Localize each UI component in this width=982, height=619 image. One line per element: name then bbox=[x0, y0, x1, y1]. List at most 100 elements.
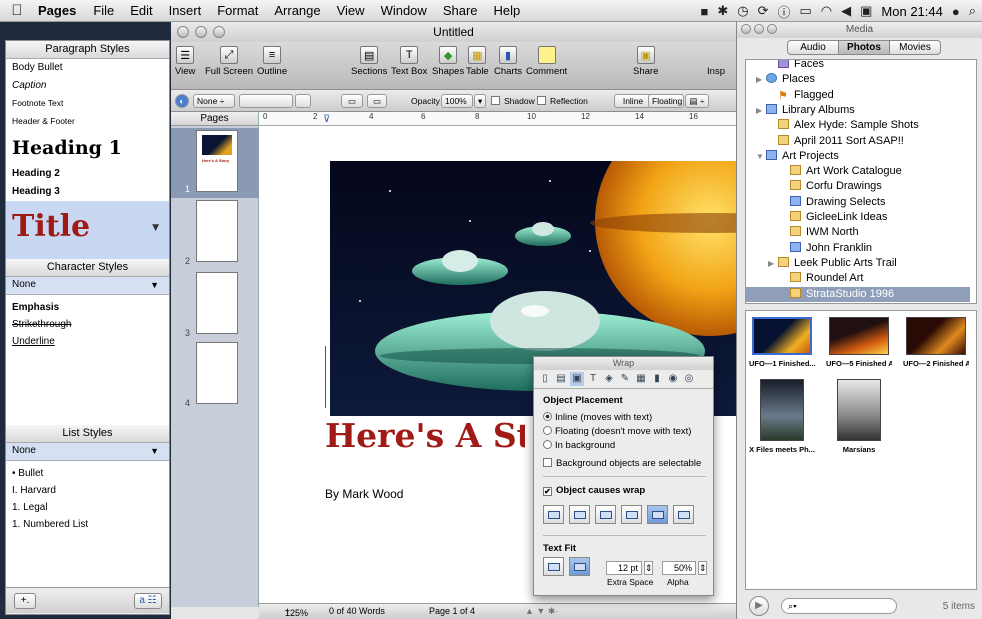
font-popup[interactable] bbox=[239, 94, 293, 108]
media-source-item[interactable]: ▼ Art Projects bbox=[746, 149, 970, 164]
add-style-button[interactable]: +. bbox=[14, 593, 36, 609]
extra-space-stepper[interactable]: ⇕ bbox=[644, 561, 653, 575]
spotlight-icon[interactable]: ⌕ bbox=[969, 3, 976, 19]
document-byline[interactable]: By Mark Wood bbox=[325, 487, 403, 501]
chart-inspector-icon[interactable]: ▮ bbox=[650, 372, 664, 386]
media-source-item[interactable]: StrataStudio 1996 bbox=[746, 286, 970, 302]
media-source-item[interactable]: Drawing Selects bbox=[746, 195, 970, 210]
indent-marker-icon[interactable]: ⊽ bbox=[323, 114, 330, 125]
pstyle-body-bullet[interactable]: Body Bullet bbox=[6, 59, 169, 77]
disclosure-triangle-icon[interactable]: ▼ bbox=[756, 149, 766, 164]
media-source-item[interactable]: Corfu Drawings bbox=[746, 179, 970, 194]
pstyle-heading-1[interactable]: Heading 1 bbox=[6, 131, 169, 165]
lstyle-numbered[interactable]: 1. Numbered List bbox=[6, 516, 169, 533]
pstyle-footnote-text[interactable]: Footnote Text bbox=[6, 95, 169, 113]
list-style-popup[interactable]: None ▼ bbox=[6, 443, 169, 461]
floating-button[interactable]: Floating bbox=[648, 94, 684, 108]
menu-arrange[interactable]: Arrange bbox=[266, 3, 328, 18]
media-source-item[interactable]: GicleeLink Ideas bbox=[746, 210, 970, 225]
pstyle-caption[interactable]: Caption bbox=[6, 77, 169, 95]
page-thumb-4[interactable]: 4 bbox=[171, 342, 259, 412]
line-style-button[interactable]: ▭ bbox=[341, 94, 363, 108]
menu-share[interactable]: Share bbox=[435, 3, 486, 18]
zoom-popup[interactable]: 125% ÷ bbox=[285, 606, 308, 618]
media-source-item[interactable]: April 2011 Sort ASAP!! bbox=[746, 134, 970, 149]
photo-tile[interactable]: UFO—5 Finished Art bbox=[826, 317, 892, 368]
menu-format[interactable]: Format bbox=[209, 3, 266, 18]
tab-audio[interactable]: Audio bbox=[787, 40, 839, 55]
minimize-window-button[interactable] bbox=[195, 26, 207, 38]
disclosure-triangle-icon[interactable]: ▶ bbox=[756, 103, 766, 118]
page-thumb-2[interactable]: 2 bbox=[171, 200, 259, 270]
cstyle-strikethrough[interactable]: Strikethrough bbox=[6, 316, 169, 333]
media-source-item[interactable]: Roundel Art bbox=[746, 271, 970, 286]
sync-icon[interactable]: ⟳ bbox=[758, 3, 769, 19]
pstyle-menu-arrow-icon[interactable]: ▼ bbox=[152, 223, 159, 233]
alpha-field[interactable]: 50% bbox=[662, 561, 696, 575]
bg-selectable-checkbox[interactable]: Background objects are selectable bbox=[543, 458, 701, 469]
quicktime-inspector-icon[interactable]: ◎ bbox=[682, 372, 696, 386]
menu-insert[interactable]: Insert bbox=[161, 3, 210, 18]
media-source-item[interactable]: ▶ Leek Public Arts Trail bbox=[746, 256, 970, 271]
causes-wrap-checkbox[interactable]: ✔ Object causes wrap bbox=[543, 485, 645, 496]
menu-app-name[interactable]: Pages bbox=[34, 3, 85, 18]
metrics-inspector-icon[interactable]: ✎ bbox=[618, 372, 632, 386]
text-fit-bounds-button[interactable] bbox=[569, 557, 590, 576]
photo-tile[interactable]: Marsians bbox=[826, 379, 892, 454]
media-source-item[interactable]: IWM North bbox=[746, 225, 970, 240]
media-source-item[interactable]: ▶ Library Albums bbox=[746, 103, 970, 118]
alpha-stepper[interactable]: ⇕ bbox=[698, 561, 707, 575]
wrap-left-button[interactable] bbox=[543, 505, 564, 524]
media-source-item[interactable]: ▶ Places bbox=[746, 72, 970, 87]
media-source-item[interactable]: John Franklin bbox=[746, 241, 970, 256]
share-button[interactable]: ▣ Share bbox=[633, 46, 658, 77]
floating-radio[interactable]: Floating (doesn't move with text) bbox=[543, 426, 691, 437]
input-menu-icon[interactable]: ▣ bbox=[860, 3, 872, 19]
pstyle-title[interactable]: Title ▼ bbox=[6, 201, 169, 259]
wrap-right-button[interactable] bbox=[595, 505, 616, 524]
wifi-icon[interactable]: ◠ bbox=[821, 3, 832, 19]
document-heading[interactable]: Here's A Story bbox=[325, 416, 525, 455]
menu-clock[interactable]: Mon 21:44 bbox=[881, 4, 942, 19]
menu-view[interactable]: View bbox=[329, 3, 373, 18]
outline-button[interactable]: ≡ Outline bbox=[257, 46, 287, 77]
opacity-field[interactable]: 100% bbox=[441, 94, 473, 108]
style-popup[interactable]: None ÷ bbox=[193, 94, 235, 108]
character-style-popup[interactable]: None ▼ bbox=[6, 277, 169, 295]
menu-window[interactable]: Window bbox=[373, 3, 435, 18]
opacity-stepper[interactable]: ▾ bbox=[474, 94, 486, 108]
apple-menu-icon[interactable]:  bbox=[0, 2, 34, 19]
zoom-window-button[interactable] bbox=[213, 26, 225, 38]
menu-file[interactable]: File bbox=[85, 3, 122, 18]
media-close-button[interactable] bbox=[741, 24, 751, 34]
wrap-inspector-icon[interactable]: ▣ bbox=[570, 372, 584, 386]
wrap-popup[interactable]: ▤ ÷ bbox=[685, 94, 709, 108]
media-search-field[interactable]: ⌕▾ bbox=[781, 598, 897, 614]
photo-tile[interactable]: UFO—2 Finished Art bbox=[903, 317, 969, 368]
pstyle-heading-2[interactable]: Heading 2 bbox=[6, 165, 169, 183]
fill-button[interactable]: ▭ bbox=[367, 94, 387, 108]
inline-button[interactable]: Inline bbox=[614, 94, 652, 108]
extra-space-field[interactable]: 12 pt bbox=[606, 561, 642, 575]
size-field[interactable] bbox=[295, 94, 311, 108]
disclosure-triangle-icon[interactable]: ▶ bbox=[768, 256, 778, 271]
tab-movies[interactable]: Movies bbox=[889, 40, 941, 55]
inline-radio[interactable]: Inline (moves with text) bbox=[543, 412, 652, 423]
lstyle-harvard[interactable]: I. Harvard bbox=[6, 482, 169, 499]
lstyle-legal[interactable]: 1. Legal bbox=[6, 499, 169, 516]
horizontal-ruler[interactable]: 0 2 4 6 8 10 12 14 16 ⊽ bbox=[259, 112, 736, 126]
charts-button[interactable]: ▮ Charts bbox=[494, 46, 522, 77]
text-inspector-icon[interactable]: T bbox=[586, 372, 600, 386]
link-inspector-icon[interactable]: ◉ bbox=[666, 372, 680, 386]
page-thumb-3[interactable]: 3 bbox=[171, 272, 259, 342]
graphic-inspector-icon[interactable]: ◈ bbox=[602, 372, 616, 386]
close-window-button[interactable] bbox=[177, 26, 189, 38]
layout-inspector-icon[interactable]: ▤ bbox=[554, 372, 568, 386]
disclosure-triangle-icon[interactable]: ▶ bbox=[756, 72, 766, 87]
fullscreen-button[interactable]: ⤢ Full Screen bbox=[205, 46, 253, 77]
media-source-item[interactable]: Alex Hyde: Sample Shots bbox=[746, 118, 970, 133]
media-minimize-button[interactable] bbox=[754, 24, 764, 34]
style-view-toggle[interactable]: a ☷ bbox=[134, 593, 162, 609]
pstyle-header-footer[interactable]: Header & Footer bbox=[6, 113, 169, 131]
page-nav-icon[interactable]: ▲ ▼ ✱· bbox=[525, 606, 558, 617]
